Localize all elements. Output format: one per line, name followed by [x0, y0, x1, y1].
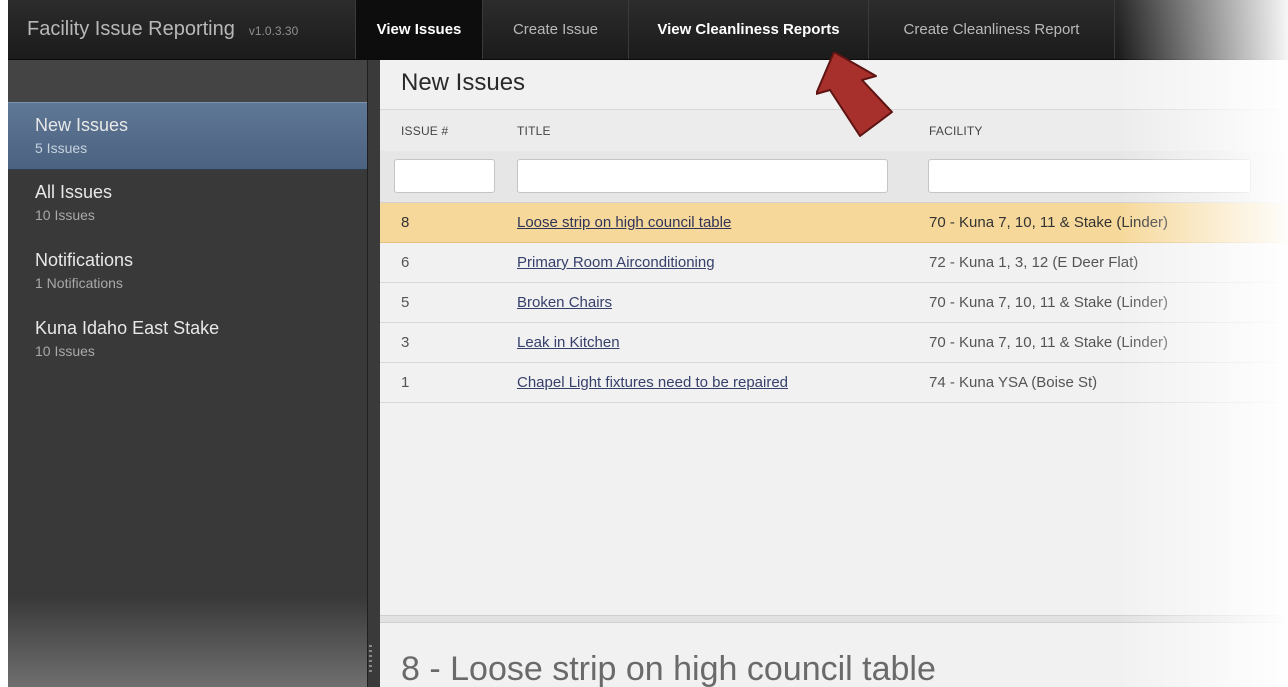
issue-facility: 70 - Kuna 7, 10, 11 & Stake (Linder) [929, 214, 1169, 231]
sidebar-item-count: 10 Issues [35, 207, 95, 223]
issue-title-link[interactable]: Loose strip on high council table [517, 214, 731, 231]
issue-facility: 72 - Kuna 1, 3, 12 (E Deer Flat) [929, 254, 1139, 271]
sidebar-item-label: Notifications [35, 250, 134, 270]
table-row[interactable]: 5 Broken Chairs 70 - Kuna 7, 10, 11 & St… [380, 283, 1288, 323]
sidebar-item-count: 10 Issues [35, 343, 95, 359]
sidebar-item-label: All Issues [35, 182, 113, 202]
table-row[interactable]: 6 Primary Room Airconditioning 72 - Kuna… [380, 243, 1288, 283]
table-row[interactable]: 3 Leak in Kitchen 70 - Kuna 7, 10, 11 & … [380, 323, 1288, 363]
issue-number: 8 [401, 214, 410, 231]
nav-view-issues[interactable]: View Issues [355, 0, 482, 59]
top-navigation-bar: Facility Issue Reporting v1.0.3.30 View I… [8, 0, 1288, 60]
issue-number: 1 [401, 374, 410, 391]
column-header-title[interactable]: TITLE [517, 124, 551, 138]
issue-title-link[interactable]: Broken Chairs [517, 294, 612, 311]
resize-handle[interactable] [369, 645, 372, 675]
sidebar-header [8, 60, 367, 102]
app-version: v1.0.3.30 [248, 24, 299, 38]
issue-number: 3 [401, 334, 410, 351]
issue-title-link[interactable]: Primary Room Airconditioning [517, 254, 715, 271]
sidebar-fade [8, 597, 367, 687]
sidebar-item-kuna-idaho-east-stake[interactable]: Kuna Idaho East Stake 10 Issues [8, 306, 367, 374]
issue-title-link[interactable]: Chapel Light fixtures need to be repaire… [517, 374, 788, 391]
issue-facility: 70 - Kuna 7, 10, 11 & Stake (Linder) [929, 334, 1169, 351]
nav-create-issue[interactable]: Create Issue [482, 0, 628, 59]
title-filter-input[interactable] [517, 159, 888, 193]
sidebar: New Issues 5 Issues All Issues 10 Issues… [8, 60, 368, 687]
main-panel: New Issues ISSUE # TITLE FACILITY 8 Loos… [380, 60, 1288, 687]
sidebar-item-label: New Issues [35, 115, 129, 135]
issue-facility: 74 - Kuna YSA (Boise St) [929, 374, 1098, 391]
table-row[interactable]: 8 Loose strip on high council table 70 -… [380, 203, 1288, 243]
column-header-facility[interactable]: FACILITY [929, 124, 983, 138]
sidebar-item-new-issues[interactable]: New Issues 5 Issues [8, 102, 367, 170]
sidebar-item-count: 5 Issues [35, 140, 88, 156]
column-header-issue[interactable]: ISSUE # [401, 124, 448, 138]
app-brand: Facility Issue Reporting v1.0.3.30 [27, 18, 298, 41]
app-window: Facility Issue Reporting v1.0.3.30 View I… [8, 0, 1288, 687]
detail-title: 8 - Loose strip on high council table [401, 650, 936, 687]
nav-create-cleanliness-report[interactable]: Create Cleanliness Report [868, 0, 1115, 59]
issue-number-filter-input[interactable] [394, 159, 495, 193]
page-title: New Issues [401, 69, 526, 96]
sidebar-item-count: 1 Notifications [35, 275, 123, 291]
sidebar-item-notifications[interactable]: Notifications 1 Notifications [8, 238, 367, 306]
issue-number: 6 [401, 254, 410, 271]
facility-filter-input[interactable] [928, 159, 1251, 193]
filter-row [380, 151, 1288, 203]
table-row[interactable]: 1 Chapel Light fixtures need to be repai… [380, 363, 1288, 403]
detail-splitter[interactable] [380, 615, 1288, 623]
red-arrow-annotation-icon [816, 52, 893, 137]
issue-title-link[interactable]: Leak in Kitchen [517, 334, 620, 351]
app-title: Facility Issue Reporting [27, 18, 235, 40]
issue-facility: 70 - Kuna 7, 10, 11 & Stake (Linder) [929, 294, 1169, 311]
issue-number: 5 [401, 294, 410, 311]
sidebar-item-all-issues[interactable]: All Issues 10 Issues [8, 170, 367, 238]
sidebar-item-label: Kuna Idaho East Stake [35, 318, 220, 338]
nav-view-cleanliness-reports[interactable]: View Cleanliness Reports [628, 0, 868, 59]
